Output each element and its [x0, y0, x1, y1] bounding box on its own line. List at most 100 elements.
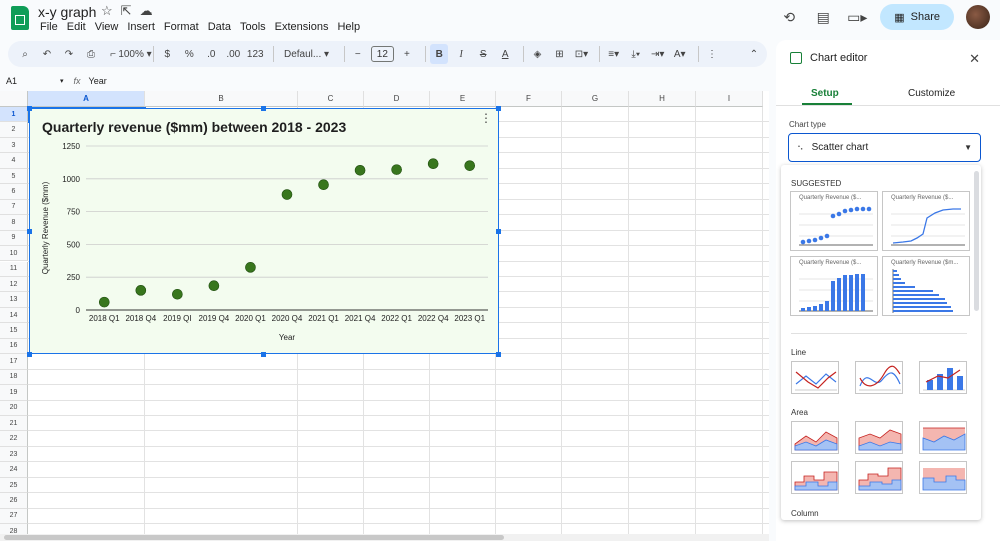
stacked-stepped-area-chart-option[interactable] [855, 461, 903, 494]
row-header-20[interactable]: 20 [0, 400, 28, 416]
row-header-14[interactable]: 14 [0, 307, 28, 324]
area-chart-option[interactable] [791, 421, 839, 454]
stepped-area-chart-option[interactable] [791, 461, 839, 494]
row-header-9[interactable]: 9 [0, 230, 28, 247]
suggested-column-thumb[interactable]: Quarterly Revenue ($... [790, 256, 878, 316]
row-header-10[interactable]: 10 [0, 246, 28, 262]
menu-help[interactable]: Help [335, 21, 365, 33]
suggested-bar-thumb[interactable]: Quarterly Revenue ($m... [882, 256, 970, 316]
column-header-f[interactable]: F [496, 91, 562, 107]
menu-edit[interactable]: Edit [65, 21, 91, 33]
smooth-line-chart-option[interactable] [855, 361, 903, 394]
line-chart-option[interactable] [791, 361, 839, 394]
resize-handle[interactable] [27, 352, 32, 357]
menu-format[interactable]: Format [162, 21, 204, 33]
column-header-h[interactable]: H [629, 91, 696, 107]
column-header-i[interactable]: I [696, 91, 763, 107]
scrollbar-thumb[interactable] [4, 535, 504, 540]
meet-icon[interactable]: ▭▸ [846, 6, 868, 28]
resize-handle[interactable] [261, 352, 266, 357]
text-rotation-icon[interactable]: A▾ [671, 44, 689, 64]
resize-handle[interactable] [261, 106, 266, 111]
horizontal-align-icon[interactable]: ≡▾ [605, 44, 623, 64]
row-header-2[interactable]: 2 [0, 122, 28, 138]
move-icon[interactable]: ⇱ [121, 3, 140, 18]
cloud-status-icon[interactable]: ☁ [140, 3, 161, 18]
vertical-align-icon[interactable]: ⤓▾ [627, 44, 645, 64]
horizontal-scrollbar[interactable] [0, 534, 769, 541]
close-icon[interactable]: ✕ [969, 51, 980, 67]
row-header-22[interactable]: 22 [0, 431, 28, 447]
row-header-25[interactable]: 25 [0, 477, 28, 494]
row-header-27[interactable]: 27 [0, 508, 28, 525]
resize-handle[interactable] [496, 106, 501, 111]
column-header-g[interactable]: G [562, 91, 629, 107]
resize-handle[interactable] [27, 229, 32, 234]
row-header-24[interactable]: 24 [0, 462, 28, 478]
star-icon[interactable]: ☆ [101, 3, 121, 18]
row-header-26[interactable]: 26 [0, 493, 28, 509]
bold-button[interactable]: B [430, 44, 449, 64]
print-icon[interactable]: ⎙ [82, 44, 100, 64]
collapse-toolbar-icon[interactable]: ⌃ [745, 44, 763, 64]
currency-format-button[interactable]: $ [158, 44, 176, 64]
name-box-dropdown-icon[interactable]: ▾ [60, 77, 64, 85]
row-header-19[interactable]: 19 [0, 385, 28, 401]
menu-data[interactable]: Data [206, 21, 236, 33]
row-header-15[interactable]: 15 [0, 323, 28, 339]
row-header-11[interactable]: 11 [0, 261, 28, 277]
row-header-4[interactable]: 4 [0, 153, 28, 169]
row-header-13[interactable]: 13 [0, 292, 28, 308]
font-size-input[interactable]: 12 [370, 46, 394, 62]
combo-chart-option[interactable] [919, 361, 967, 394]
text-color-button[interactable]: A [496, 44, 514, 64]
column-header-b[interactable]: B [145, 91, 298, 107]
row-header-8[interactable]: 8 [0, 215, 28, 231]
row-header-21[interactable]: 21 [0, 416, 28, 432]
document-title[interactable]: x-y graph [38, 4, 96, 20]
row-header-17[interactable]: 17 [0, 354, 28, 370]
100-percent-stepped-area-chart-option[interactable] [919, 461, 967, 494]
column-header-c[interactable]: C [298, 91, 364, 107]
menu-file[interactable]: File [38, 21, 63, 33]
font-select[interactable]: Defaul... ▾ [279, 44, 335, 64]
row-header-18[interactable]: 18 [0, 369, 28, 386]
suggested-line-thumb[interactable]: Quarterly Revenue ($... [882, 191, 970, 251]
chart-menu-icon[interactable]: ⋮ [480, 111, 492, 125]
redo-icon[interactable]: ↷ [60, 44, 78, 64]
sheets-logo-icon[interactable] [11, 6, 29, 30]
row-header-5[interactable]: 5 [0, 168, 28, 185]
text-wrap-icon[interactable]: ⇥▾ [649, 44, 667, 64]
name-box[interactable]: A1 [0, 76, 60, 86]
strikethrough-button[interactable]: S [474, 44, 492, 64]
row-header-3[interactable]: 3 [0, 137, 28, 154]
share-button[interactable]: ▦ Share [880, 4, 954, 30]
avatar[interactable] [966, 5, 990, 29]
resize-handle[interactable] [27, 106, 32, 111]
chart-type-select[interactable]: ⠢ Scatter chart ▼ [788, 133, 981, 162]
row-header-6[interactable]: 6 [0, 184, 28, 200]
100-percent-area-chart-option[interactable] [919, 421, 967, 454]
increase-decimal-button[interactable]: .00 [224, 44, 242, 64]
stacked-area-chart-option[interactable] [855, 421, 903, 454]
row-header-23[interactable]: 23 [0, 446, 28, 463]
tab-customize[interactable]: Customize [908, 88, 955, 99]
dropdown-scrollbar[interactable] [974, 171, 979, 311]
menu-tools[interactable]: Tools [238, 21, 271, 33]
history-icon[interactable]: ⟲ [778, 6, 800, 28]
suggested-scatter-thumb[interactable]: Quarterly Revenue ($... [790, 191, 878, 251]
more-formats-button[interactable]: 123 [246, 44, 264, 64]
font-size-decrease-button[interactable]: − [349, 44, 367, 64]
percent-format-button[interactable]: % [180, 44, 198, 64]
borders-icon[interactable]: ⊞ [550, 44, 568, 64]
menu-insert[interactable]: Insert [125, 21, 160, 33]
undo-icon[interactable]: ↶ [38, 44, 56, 64]
font-size-increase-button[interactable]: + [398, 44, 416, 64]
italic-button[interactable]: I [452, 44, 470, 64]
row-header-7[interactable]: 7 [0, 199, 28, 216]
column-header-a[interactable]: A [28, 91, 145, 107]
row-header-16[interactable]: 16 [0, 338, 28, 355]
menu-extensions[interactable]: Extensions [273, 21, 334, 33]
search-menus-icon[interactable]: ⌕ [16, 44, 34, 64]
chart-container[interactable]: 0 250 500 750 1000 1250 2018 Q1 2018 Q4 2019 QI 2… [29, 108, 499, 354]
